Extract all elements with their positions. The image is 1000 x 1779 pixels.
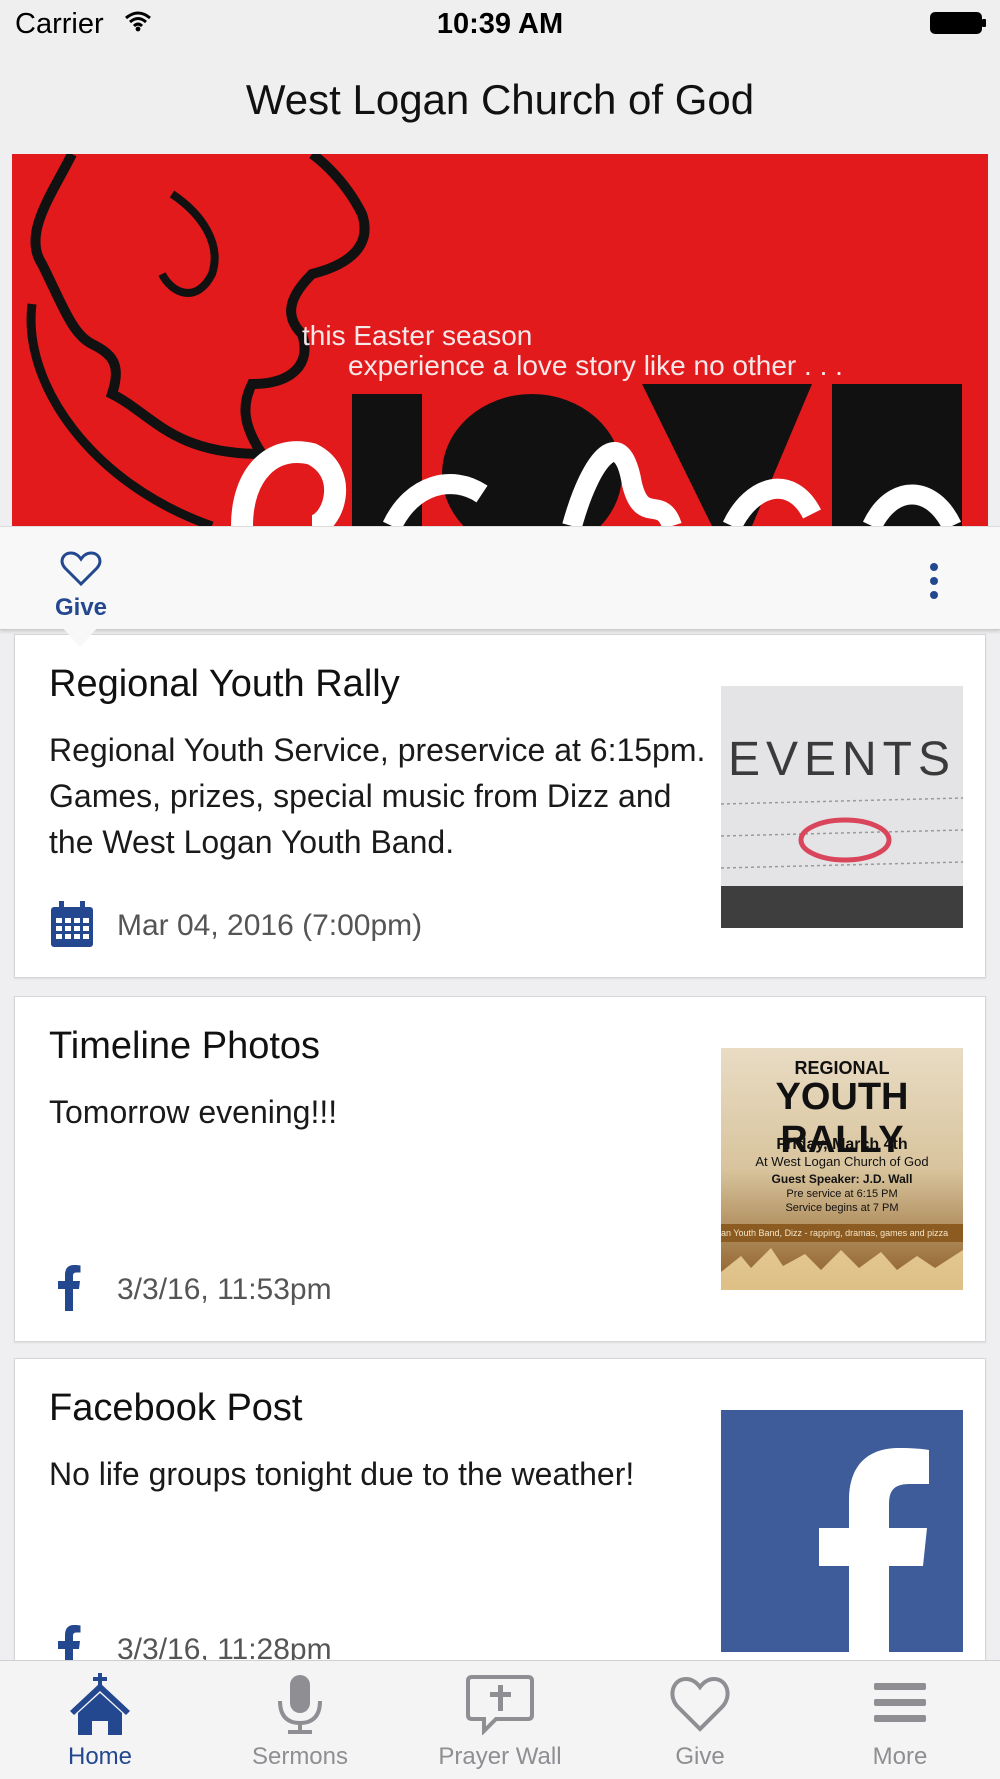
clock: 10:39 AM — [436, 8, 564, 40]
action-bar: Give — [0, 526, 1000, 647]
hero-banner[interactable]: this Easter season experience a love sto… — [12, 154, 988, 526]
poster-text-8: an Youth Band, Dizz - rapping, dramas, g… — [721, 1224, 963, 1242]
events-thumbnail-text: EVENTS — [727, 733, 957, 786]
hero-text-line-2: experience a love story like no other . … — [348, 350, 843, 381]
menu-icon — [874, 1683, 926, 1722]
facebook-f-glyph — [819, 1448, 929, 1652]
status-bar: Carrier 10:39 AM — [0, 0, 1000, 52]
navigation-bar: West Logan Church of God — [0, 52, 1000, 154]
give-action-label: Give — [54, 594, 108, 621]
card-body: No life groups tonight due to the weathe… — [49, 1456, 635, 1492]
poster-text-6: Pre service at 6:15 PM — [786, 1188, 898, 1200]
poster-text-4: At West Logan Church of God — [755, 1154, 929, 1169]
prayer-wall-icon — [466, 1675, 534, 1735]
card-title: Regional Youth Rally — [49, 663, 400, 705]
heart-icon — [670, 1676, 730, 1732]
page-title: West Logan Church of God — [245, 76, 755, 123]
poster-text-5: Guest Speaker: J.D. Wall — [771, 1172, 913, 1186]
tab-label: Prayer Wall — [438, 1743, 562, 1770]
feed-card-photos[interactable]: Timeline Photos Tomorrow evening!!! 3/3/… — [14, 996, 986, 1342]
card-body: Tomorrow evening!!! — [49, 1094, 338, 1130]
more-options-icon[interactable] — [926, 561, 942, 601]
crowd-graphic — [721, 1248, 963, 1290]
church-icon — [70, 1673, 130, 1735]
tab-home[interactable]: Home — [0, 1661, 200, 1779]
tab-label: More — [872, 1743, 928, 1770]
card-title: Facebook Post — [49, 1387, 303, 1429]
card-body: Regional Youth Service, preservice at 6:… — [49, 732, 706, 860]
pointer-caret — [62, 627, 98, 647]
tab-label: Home — [67, 1743, 133, 1770]
youth-rally-thumbnail: REGIONAL YOUTH RALLY Friday, March 4th A… — [721, 1048, 963, 1290]
tab-give[interactable]: Give — [600, 1661, 800, 1779]
tab-more[interactable]: More — [800, 1661, 1000, 1779]
card-timestamp: 3/3/16, 11:53pm — [117, 1273, 332, 1306]
card-title: Timeline Photos — [49, 1025, 321, 1067]
feed-card-facebook-post[interactable]: Facebook Post No life groups tonight due… — [14, 1358, 986, 1690]
tab-prayer-wall[interactable]: Prayer Wall — [400, 1661, 600, 1779]
facebook-icon — [58, 1265, 81, 1311]
microphone-icon — [278, 1675, 322, 1734]
events-calendar-graphic — [721, 797, 963, 928]
poster-text-3: Friday, March 4th — [776, 1136, 908, 1153]
tab-bar: Home Sermons Prayer Wall Give More — [0, 1660, 1000, 1779]
tab-label: Sermons — [251, 1743, 349, 1770]
tab-sermons[interactable]: Sermons — [200, 1661, 400, 1779]
poster-text-7: Service begins at 7 PM — [785, 1202, 899, 1214]
heart-icon — [60, 551, 102, 587]
events-thumbnail: EVENTS — [721, 686, 963, 928]
facebook-logo — [721, 1410, 963, 1652]
calendar-icon — [51, 901, 93, 947]
feed-card-event[interactable]: Regional Youth Rally Regional Youth Serv… — [14, 634, 986, 978]
give-action-button[interactable]: Give — [46, 551, 116, 622]
card-date: Mar 04, 2016 (7:00pm) — [117, 909, 423, 942]
hero-text-line-1: this Easter season — [302, 320, 533, 351]
battery-icon — [930, 12, 986, 34]
tab-label: Give — [675, 1743, 725, 1770]
